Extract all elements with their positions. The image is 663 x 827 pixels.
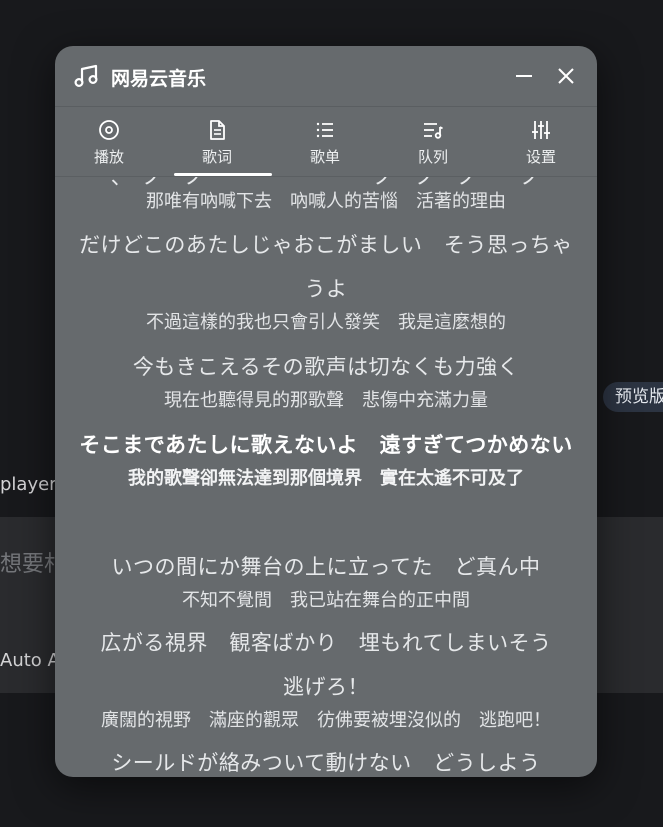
close-icon[interactable]	[556, 66, 576, 86]
lyric-line: だけどこのあたしじゃおこがましい そう思っちゃうよ 不過這樣的我也只會引人發笑 …	[79, 223, 573, 335]
tab-queue-label: 队列	[417, 148, 448, 166]
lyric-translation: 那唯有吶喊下去 吶喊人的苦惱 活著的理由	[146, 191, 506, 212]
list-icon	[316, 122, 333, 138]
lyrics-window: 网易云音乐 播放 歌词 歌单 队列 设置 、 ノ ノ ノ ノ ノ ノ 那唯有吶喊…	[55, 46, 597, 777]
window-title: 网易云音乐	[111, 68, 207, 90]
background-player-label: player	[0, 474, 57, 495]
tab-play[interactable]: 播放	[55, 107, 163, 176]
lyric-original: だけどこのあたしじゃおこがましい そう思っちゃうよ	[79, 233, 573, 301]
document-icon	[210, 120, 225, 140]
lyric-line-partial: 、 ノ ノ ノ ノ ノ ノ	[110, 177, 542, 189]
sliders-icon	[532, 121, 550, 139]
lyric-original: シールドが絡みついて動けない どうしよう	[111, 751, 541, 775]
tab-playlist-label: 歌单	[309, 148, 340, 166]
tab-queue[interactable]: 队列	[379, 107, 487, 176]
lyric-translation: 我的歌聲卻無法達到那個境界 實在太遙不可及了	[128, 468, 524, 489]
lyric-original: いつの間にか舞台の上に立ってた ど真ん中	[111, 555, 541, 579]
lyric-line: 那唯有吶喊下去 吶喊人的苦惱 活著的理由	[79, 190, 573, 214]
lyric-original: 今もきこえるその歌声は切なくも力強く	[132, 355, 520, 379]
lyric-line: 広がる視界 観客ばかり 埋もれてしまいそう 逃げろ！ 廣闊的視野 滿座的觀眾 彷…	[79, 621, 573, 733]
lyric-line: いつの間にか舞台の上に立ってた ど真ん中 不知不覺間 我已站在舞台的正中間	[79, 545, 573, 613]
lyric-original: そこまであたしに歌えないよ 遠すぎてつかめない	[79, 433, 573, 457]
lyric-translation: 不過這樣的我也只會引人發笑 我是這麼想的	[146, 312, 506, 333]
lyric-translation: 現在也聽得見的那歌聲 悲傷中充滿力量	[164, 390, 488, 411]
disc-icon	[99, 120, 119, 140]
lyric-line-current: そこまであたしに歌えないよ 遠すぎてつかめない 我的歌聲卻無法達到那個境界 實在…	[79, 423, 573, 491]
queue-icon	[424, 123, 443, 139]
tab-settings-label: 设置	[525, 148, 556, 166]
tab-playlist[interactable]: 歌单	[271, 107, 379, 176]
lyric-original: 広がる視界 観客ばかり 埋もれてしまいそう 逃げろ！	[100, 631, 574, 699]
title-bar[interactable]: 网易云音乐	[55, 46, 597, 107]
lyric-translation: 不知不覺間 我已站在舞台的正中間	[182, 590, 470, 611]
tab-bar: 播放 歌词 歌单 队列 设置	[55, 107, 597, 177]
tab-lyrics[interactable]: 歌词	[163, 107, 272, 176]
tab-settings[interactable]: 设置	[487, 107, 595, 176]
tab-lyrics-label: 歌词	[201, 148, 232, 166]
lyric-line: 今もきこえるその歌声は切なくも力強く 現在也聽得見的那歌聲 悲傷中充滿力量	[79, 345, 573, 413]
tab-play-label: 播放	[93, 148, 124, 166]
lyrics-view[interactable]: 、 ノ ノ ノ ノ ノ ノ 那唯有吶喊下去 吶喊人的苦惱 活著的理由 だけどこの…	[55, 177, 597, 777]
lyric-line: シールドが絡みついて動けない どうしよう	[79, 741, 573, 777]
active-tab-indicator	[174, 173, 272, 176]
preview-badge: 预览版	[603, 382, 663, 412]
lyric-translation: 廣闊的視野 滿座的觀眾 彷佛要被埋沒似的 逃跑吧！	[101, 710, 551, 731]
minimize-icon[interactable]	[514, 66, 534, 86]
music-note-icon	[74, 64, 98, 88]
